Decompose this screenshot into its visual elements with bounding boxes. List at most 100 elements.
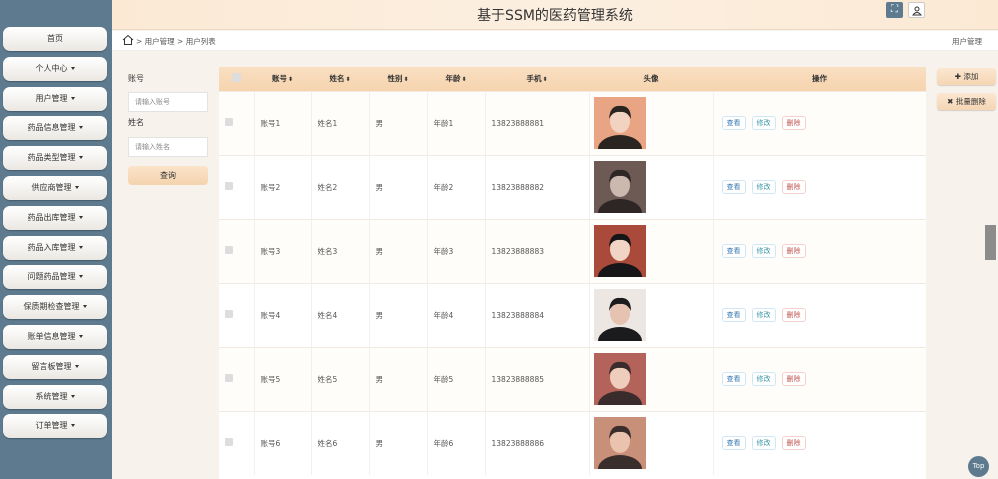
select-all-cell[interactable]: [219, 67, 254, 91]
sidebar-item[interactable]: 药品信息管理: [3, 116, 107, 141]
select-all-checkbox[interactable]: [232, 73, 241, 83]
sidebar-item[interactable]: 订单管理: [3, 414, 107, 439]
column-header-gender[interactable]: 性别⬍: [369, 67, 427, 91]
edit-button[interactable]: 修改: [751, 372, 776, 386]
delete-button[interactable]: 删除: [781, 116, 806, 130]
caret-down-icon: [82, 305, 87, 309]
column-header-name[interactable]: 姓名⬍: [311, 67, 369, 91]
actions-cell: 查看 修改 删除: [713, 346, 926, 411]
user-icon[interactable]: [908, 2, 925, 18]
sort-icon: ⬍: [403, 76, 409, 84]
column-header-label: 年龄: [445, 74, 461, 84]
avatar-image: [593, 417, 646, 470]
row-select-cell[interactable]: [219, 90, 255, 155]
caret-down-icon: [70, 424, 75, 428]
name-cell: 姓名5: [311, 346, 370, 411]
name-label: 姓名: [128, 118, 144, 127]
sidebar-item[interactable]: 留言板管理: [3, 354, 107, 379]
view-button[interactable]: 查看: [721, 244, 746, 258]
batch-delete-button[interactable]: ✖ 批量删除: [937, 93, 996, 110]
edit-button[interactable]: 修改: [751, 436, 776, 451]
phone-cell: 13823888886: [485, 410, 590, 475]
row-select-cell[interactable]: [219, 154, 255, 219]
sidebar-item[interactable]: 个人中心: [3, 56, 107, 81]
row-checkbox[interactable]: [225, 118, 233, 126]
account-cell: 账号3: [254, 218, 312, 283]
plus-icon: ✚: [954, 72, 961, 81]
view-button[interactable]: 查看: [721, 436, 746, 451]
table-row: 账号4 姓名4 男年龄4 13823888884 查看 修改 删除: [219, 282, 926, 347]
row-checkbox[interactable]: [225, 246, 233, 254]
view-button[interactable]: 查看: [721, 116, 746, 130]
account-search-input[interactable]: [128, 92, 208, 112]
sidebar-item[interactable]: 账单信息管理: [3, 324, 107, 349]
sidebar-item[interactable]: 供应商管理: [3, 175, 107, 200]
sidebar-item[interactable]: 系统管理: [3, 384, 107, 409]
delete-button[interactable]: 删除: [781, 180, 806, 194]
sidebar-item[interactable]: 保质期检查管理: [3, 295, 107, 320]
column-header-actions: 操作: [713, 67, 926, 91]
gender-cell: 男: [369, 346, 428, 411]
add-button-label: 添加: [963, 72, 979, 81]
edit-button[interactable]: 修改: [751, 308, 776, 322]
back-to-top-button[interactable]: Top: [968, 456, 989, 477]
sidebar-item-label: 药品入库管理: [27, 242, 76, 252]
age-cell: 年龄5: [427, 346, 486, 411]
view-button[interactable]: 查看: [721, 372, 746, 386]
column-header-age[interactable]: 年龄⬍: [427, 67, 485, 91]
actions-cell: 查看 修改 删除: [713, 90, 926, 155]
sidebar-item[interactable]: 药品入库管理: [3, 235, 107, 260]
row-select-cell[interactable]: [219, 218, 255, 283]
table-row: 账号1 姓名1 男年龄1 13823888881 查看 修改 删除: [219, 90, 926, 155]
phone-cell: 13823888885: [485, 346, 590, 411]
avatar-cell: [589, 218, 714, 283]
phone-cell: 13823888881: [485, 90, 590, 155]
name-search-input[interactable]: [128, 137, 208, 157]
sidebar-item[interactable]: 问题药品管理: [3, 265, 107, 290]
view-button[interactable]: 查看: [721, 308, 746, 322]
sidebar-menu: 首页个人中心用户管理药品信息管理 药品类型管理 供应商管理药品出库管理药品入库管理问…: [0, 27, 112, 439]
gender-cell: 男: [369, 90, 428, 155]
scrollbar-thumb[interactable]: [985, 225, 996, 260]
home-icon[interactable]: [122, 34, 134, 46]
name-cell: 姓名3: [311, 218, 370, 283]
edit-button[interactable]: 修改: [751, 116, 776, 130]
sidebar-item-label: 保质期检查管理: [23, 302, 80, 312]
sidebar-item[interactable]: 药品类型管理: [3, 146, 107, 171]
sidebar-item[interactable]: 药品出库管理: [3, 205, 107, 230]
row-select-cell[interactable]: [219, 282, 255, 347]
row-select-cell[interactable]: [219, 346, 255, 411]
delete-button[interactable]: 删除: [781, 372, 806, 386]
column-header-label: 姓名: [329, 74, 345, 84]
account-cell: 账号5: [254, 346, 312, 411]
row-checkbox[interactable]: [225, 182, 233, 190]
column-header-account[interactable]: 账号⬍: [254, 67, 311, 91]
name-cell: 姓名1: [311, 90, 370, 155]
edit-button[interactable]: 修改: [751, 244, 776, 258]
row-checkbox[interactable]: [225, 438, 233, 447]
sidebar-item[interactable]: 首页: [3, 27, 107, 51]
row-checkbox[interactable]: [225, 374, 233, 382]
account-cell: 账号4: [254, 282, 312, 347]
column-header-phone[interactable]: 手机⬍: [485, 67, 589, 91]
caret-down-icon: [78, 156, 83, 160]
fullscreen-icon[interactable]: ⛶: [886, 2, 903, 18]
table-row: 账号2 姓名2 男年龄2 13823888882 查看 修改 删除: [219, 154, 926, 219]
edit-button[interactable]: 修改: [751, 180, 776, 194]
caret-down-icon: [70, 66, 75, 70]
row-select-cell[interactable]: [219, 410, 255, 475]
sidebar-item[interactable]: 用户管理: [3, 86, 107, 111]
add-button[interactable]: ✚ 添加: [937, 68, 996, 85]
age-cell: 年龄6: [427, 410, 486, 475]
view-button[interactable]: 查看: [721, 180, 746, 194]
delete-button[interactable]: 删除: [781, 436, 806, 451]
row-checkbox[interactable]: [225, 310, 233, 318]
sidebar-item-label: 个人中心: [35, 63, 68, 73]
name-cell: 姓名2: [311, 154, 370, 219]
account-cell: 账号6: [254, 410, 312, 475]
delete-button[interactable]: 删除: [781, 244, 806, 258]
breadcrumb: > 用户管理 > 用户列表: [136, 37, 216, 46]
age-cell: 年龄2: [427, 154, 486, 219]
delete-button[interactable]: 删除: [781, 308, 806, 322]
query-button[interactable]: 查询: [128, 166, 208, 185]
